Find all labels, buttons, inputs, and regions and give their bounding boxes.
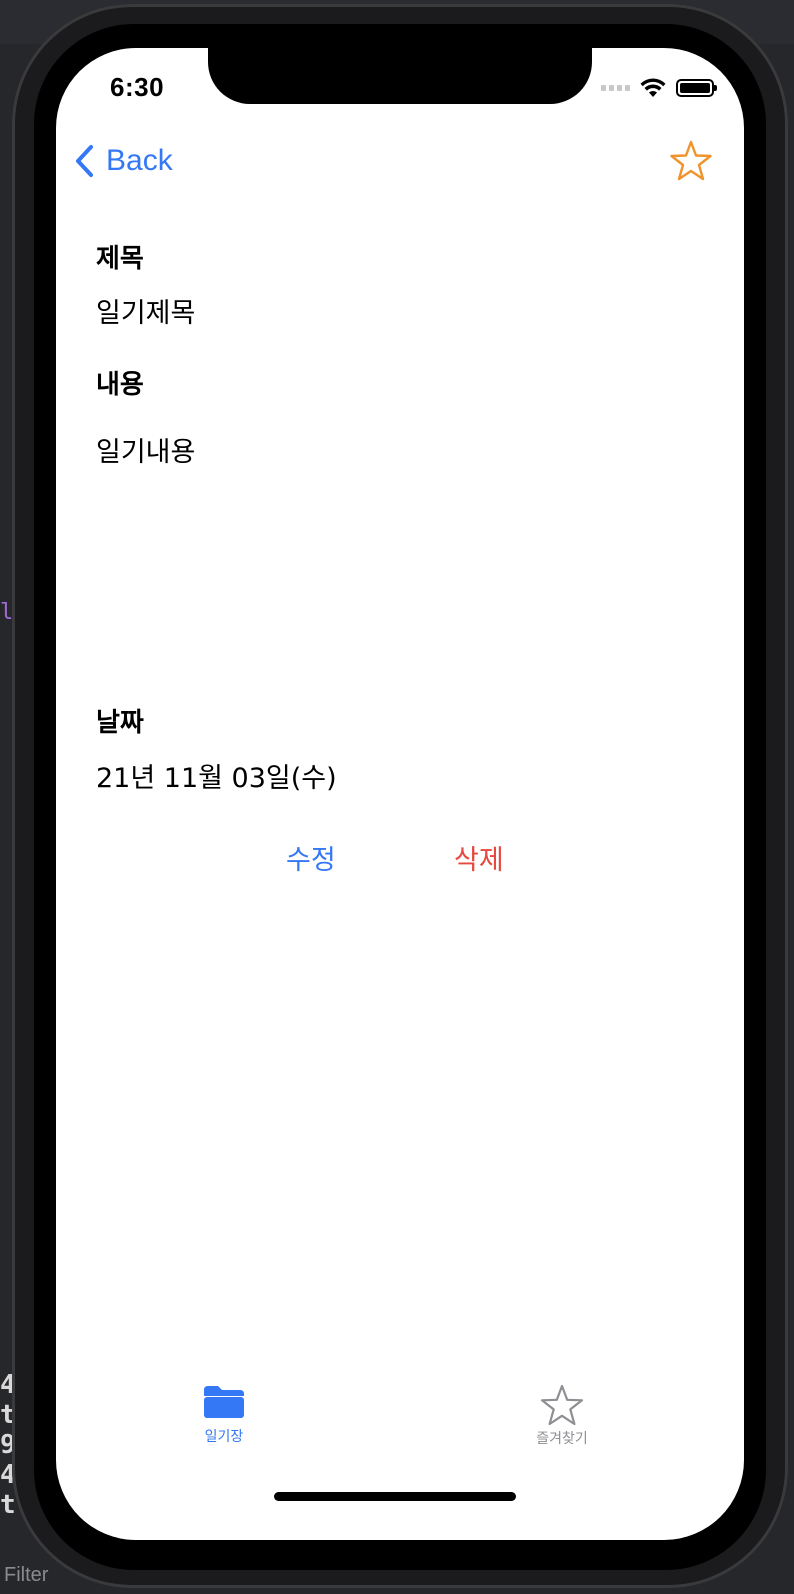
folder-icon [204,1386,244,1418]
tab-diary[interactable]: 일기장 [164,1384,284,1446]
xcode-filter-label: Filter [4,1564,49,1586]
wifi-icon [640,78,666,97]
back-button[interactable]: Back [74,144,173,178]
tab-favorites[interactable]: 즐겨찾기 [502,1384,622,1448]
tab-favorites-label: 즐겨찾기 [536,1431,588,1447]
device-notch [208,48,592,104]
app-screen: 6:30 Back 제목 일기제목 내용 일기내용 날짜 21년 11월 03일… [56,48,744,1540]
edit-button[interactable]: 수정 [286,838,336,877]
back-label: Back [106,144,173,177]
star-outline-icon [540,1384,584,1426]
date-value: 21년 11월 03일(수) [96,763,337,794]
content-label: 내용 [96,370,144,400]
cellular-signal-icon [601,85,630,91]
status-icons [601,78,717,98]
star-outline-icon [670,140,712,181]
battery-icon [676,79,717,97]
title-label: 제목 [96,244,144,274]
date-label: 날짜 [96,708,144,738]
delete-button[interactable]: 삭제 [454,838,504,877]
favorite-button[interactable] [670,140,712,186]
home-indicator [274,1492,516,1501]
chevron-left-icon [76,145,93,177]
tab-diary-label: 일기장 [204,1429,244,1445]
status-time: 6:30 [110,72,165,102]
title-value: 일기제목 [96,298,196,329]
content-value: 일기내용 [96,437,196,468]
